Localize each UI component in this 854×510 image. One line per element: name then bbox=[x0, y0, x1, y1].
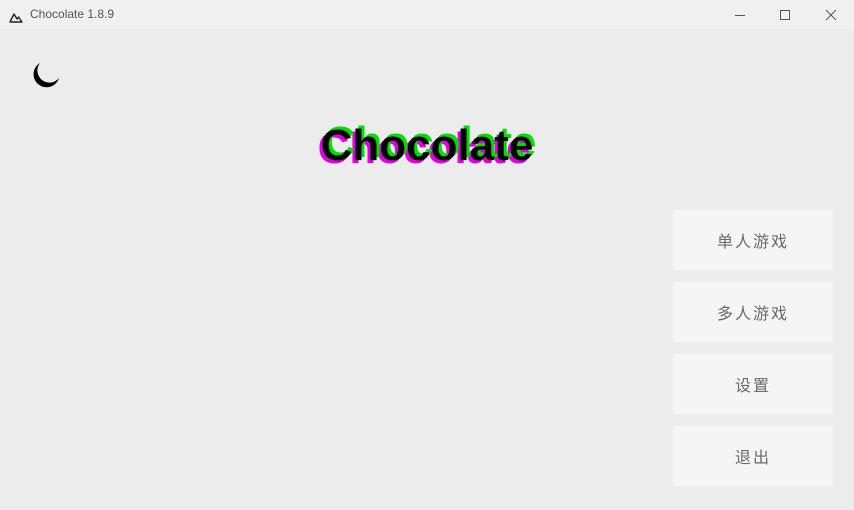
multiplayer-button[interactable]: 多人游戏 bbox=[673, 282, 833, 342]
exit-button[interactable]: 退出 bbox=[673, 426, 833, 486]
settings-button[interactable]: 设置 bbox=[673, 354, 833, 414]
app-window: Chocolate 1.8.9 Chocolate Chocolate Choc… bbox=[0, 0, 854, 510]
moon-icon bbox=[33, 63, 59, 88]
window-title: Chocolate 1.8.9 bbox=[30, 7, 115, 21]
close-icon bbox=[825, 9, 837, 20]
main-menu: 单人游戏 多人游戏 设置 退出 bbox=[673, 210, 833, 498]
logo-text: Chocolate bbox=[320, 121, 534, 170]
minimize-icon bbox=[735, 14, 745, 16]
maximize-icon bbox=[780, 9, 790, 20]
close-button[interactable] bbox=[808, 0, 854, 29]
app-logo-title: Chocolate Chocolate Chocolate bbox=[0, 118, 854, 178]
singleplayer-button[interactable]: 单人游戏 bbox=[673, 210, 833, 270]
app-logo-icon bbox=[9, 8, 23, 23]
title-bar[interactable]: Chocolate 1.8.9 bbox=[0, 0, 854, 29]
maximize-button[interactable] bbox=[762, 0, 808, 29]
minimize-button[interactable] bbox=[717, 0, 763, 29]
theme-toggle-button[interactable] bbox=[26, 58, 62, 94]
